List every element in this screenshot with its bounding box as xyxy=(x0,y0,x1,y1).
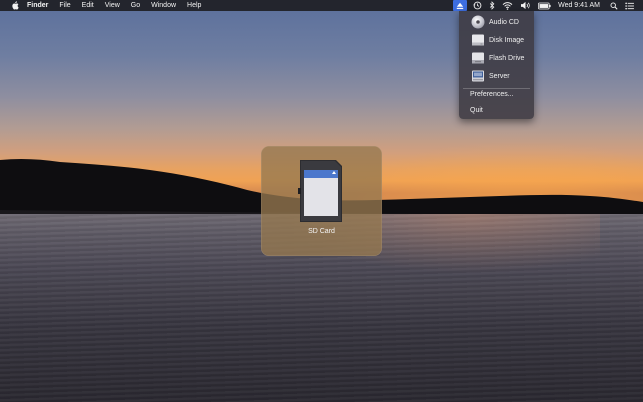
mounted-volume-hud: SD Card xyxy=(261,146,382,256)
menu-separator xyxy=(463,88,530,89)
menu-item-label: Disk Image xyxy=(489,36,525,44)
apple-menu-icon[interactable] xyxy=(9,1,20,10)
audio-cd-icon xyxy=(470,15,485,30)
menu-item-audio-cd[interactable]: Audio CD xyxy=(459,13,534,31)
menu-item-label: Server xyxy=(489,72,510,80)
volume-icon[interactable] xyxy=(520,0,531,11)
wifi-icon[interactable] xyxy=(502,0,513,11)
menu-item-disk-image[interactable]: Disk Image xyxy=(459,31,534,49)
menu-bar-clock[interactable]: Wed 9:41 AM xyxy=(558,0,600,11)
battery-icon[interactable] xyxy=(538,0,551,11)
volume-label: SD Card xyxy=(308,228,335,235)
menu-item-preferences[interactable]: Preferences... xyxy=(470,91,514,98)
flash-drive-icon xyxy=(470,51,485,66)
disk-image-icon xyxy=(470,33,485,48)
menu-finder[interactable]: Finder xyxy=(27,0,48,11)
menu-bar: Finder File Edit View Go Window Help Wed… xyxy=(0,0,643,11)
sd-card-icon xyxy=(298,160,342,222)
menu-view[interactable]: View xyxy=(105,0,120,11)
server-icon xyxy=(470,69,485,84)
menu-edit[interactable]: Edit xyxy=(82,0,94,11)
notification-center-icon[interactable] xyxy=(625,0,634,11)
spotlight-search-icon[interactable] xyxy=(610,0,618,11)
menu-window[interactable]: Window xyxy=(151,0,176,11)
menu-item-quit[interactable]: Quit xyxy=(470,107,483,114)
time-machine-icon[interactable] xyxy=(473,0,482,11)
menu-help[interactable]: Help xyxy=(187,0,201,11)
menu-file[interactable]: File xyxy=(59,0,70,11)
menu-go[interactable]: Go xyxy=(131,0,140,11)
eject-icon[interactable] xyxy=(453,0,468,11)
menu-item-flash-drive[interactable]: Flash Drive xyxy=(459,49,534,67)
bluetooth-icon[interactable] xyxy=(489,0,495,11)
menu-item-label: Audio CD xyxy=(489,18,519,26)
menu-item-server[interactable]: Server xyxy=(459,67,534,85)
eject-dropdown-menu: Audio CD Disk Image Flash Drive Server P… xyxy=(459,11,534,119)
menu-item-label: Flash Drive xyxy=(489,54,525,62)
